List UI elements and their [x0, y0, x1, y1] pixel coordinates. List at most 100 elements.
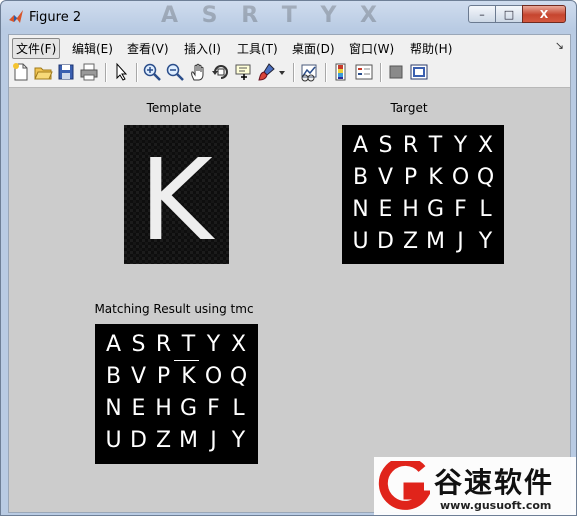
target-letter: P: [403, 165, 418, 190]
rotate-3d-icon[interactable]: [211, 62, 231, 82]
result-letter: J: [210, 428, 217, 453]
result-letter: N: [105, 396, 122, 421]
maximize-button[interactable]: □: [495, 5, 523, 23]
target-letter: G: [426, 197, 445, 222]
result-letter: R: [155, 332, 172, 357]
template-image[interactable]: K: [124, 125, 229, 266]
target-letter-grid: ASRTYXBVPKOQNEHGFLUDZMJY: [348, 130, 498, 258]
target-letter: R: [402, 133, 419, 158]
minimize-button[interactable]: –: [468, 5, 496, 23]
link-plot-icon[interactable]: [299, 62, 319, 82]
menu-tools[interactable]: 工具(T): [233, 38, 282, 59]
close-button[interactable]: X: [522, 5, 566, 23]
target-letter: N: [352, 197, 369, 222]
menu-dock-icon[interactable]: ↘: [555, 39, 564, 52]
result-letter: K: [181, 364, 196, 389]
watermark-url: www.gusuoft.com: [440, 499, 552, 512]
title-ghost-text: A S R T Y X: [161, 3, 386, 28]
title-bar[interactable]: Figure 2 A S R T Y X – □ X: [1, 1, 576, 33]
colorbar-icon[interactable]: [331, 62, 351, 82]
target-image[interactable]: ASRTYXBVPKOQNEHGFLUDZMJY: [342, 125, 504, 264]
result-letter: P: [156, 364, 171, 389]
target-letter: H: [402, 197, 419, 222]
target-letter: F: [454, 197, 467, 222]
target-letter: Q: [476, 165, 495, 190]
target-letter: O: [451, 165, 470, 190]
new-figure-icon[interactable]: [11, 62, 31, 82]
target-letter: Z: [402, 229, 419, 254]
save-icon[interactable]: [56, 62, 76, 82]
target-letter: Y: [478, 229, 493, 254]
target-row: BVPKOQ: [348, 162, 498, 194]
target-row: UDZMJY: [348, 226, 498, 258]
target-letter: E: [378, 197, 393, 222]
result-letter: X: [230, 332, 247, 357]
result-letter: Z: [155, 428, 172, 453]
result-letter: A: [105, 332, 122, 357]
result-title: Matching Result using tmc: [94, 302, 254, 316]
result-letter: U: [105, 428, 122, 453]
target-letter: K: [428, 165, 443, 190]
watermark-logo-icon: [378, 461, 430, 510]
result-letter: F: [207, 396, 220, 421]
menu-bar: 文件(F) 编辑(E) 查看(V) 插入(I) 工具(T) 桌面(D) 窗口(W…: [9, 35, 570, 59]
result-image[interactable]: ASRTYXBVPKOQNEHGFLUDZMJY: [95, 324, 258, 464]
result-letter-grid: ASRTYXBVPKOQNEHGFLUDZMJY: [101, 329, 251, 457]
hide-plot-tools-icon[interactable]: [386, 62, 406, 82]
template-title: Template: [146, 101, 202, 115]
menu-insert[interactable]: 插入(I): [180, 38, 225, 59]
target-letter: L: [479, 197, 492, 222]
toolbar-separator: [136, 63, 138, 82]
target-letter: V: [377, 165, 394, 190]
result-letter: S: [131, 332, 146, 357]
menu-file[interactable]: 文件(F): [12, 38, 61, 59]
result-row: ASRTYX: [101, 329, 251, 361]
result-letter: V: [130, 364, 147, 389]
brush-icon[interactable]: [257, 62, 277, 82]
menu-help[interactable]: 帮助(H): [406, 38, 456, 59]
target-letter: U: [352, 229, 369, 254]
target-letter: T: [428, 133, 443, 158]
toolbar-separator: [105, 63, 107, 82]
target-letter: X: [477, 133, 494, 158]
toolbar-separator: [293, 63, 295, 82]
result-row: BVPKOQ: [101, 361, 251, 393]
toolbar-separator: [380, 63, 382, 82]
target-letter: Y: [453, 133, 468, 158]
target-letter: A: [352, 133, 369, 158]
menu-edit[interactable]: 编辑(E): [68, 38, 117, 59]
menu-window[interactable]: 窗口(W): [345, 38, 398, 59]
result-letter: L: [232, 396, 245, 421]
match-marker-top: [174, 360, 199, 361]
target-title: Target: [390, 101, 428, 115]
figure-toolbar: [9, 59, 570, 88]
menu-desktop[interactable]: 桌面(D): [288, 38, 339, 59]
select-arrow-icon[interactable]: [111, 62, 131, 82]
watermark-overlay: 谷速软件 www.gusuoft.com: [374, 457, 576, 515]
target-row: ASRTYX: [348, 130, 498, 162]
zoom-out-icon[interactable]: [165, 62, 185, 82]
target-letter: D: [377, 229, 394, 254]
result-row: UDZMJY: [101, 425, 251, 457]
open-file-icon[interactable]: [33, 62, 53, 82]
window-title: Figure 2: [29, 10, 82, 25]
print-icon[interactable]: [79, 62, 99, 82]
result-letter: B: [105, 364, 122, 389]
template-k-glyph: K: [124, 125, 229, 266]
figure-window: Figure 2 A S R T Y X – □ X 文件(F) 编辑(E) 查…: [0, 0, 577, 516]
show-plot-tools-icon[interactable]: [409, 62, 429, 82]
target-letter: M: [426, 229, 445, 254]
pan-hand-icon[interactable]: [188, 62, 208, 82]
watermark-text: 谷速软件: [434, 466, 555, 499]
result-row: NEHGFL: [101, 393, 251, 425]
target-letter: J: [457, 229, 464, 254]
legend-icon[interactable]: [354, 62, 374, 82]
target-letter: S: [378, 133, 393, 158]
brush-dropdown-icon[interactable]: [277, 62, 287, 82]
menu-view[interactable]: 查看(V): [123, 38, 173, 59]
result-letter: O: [204, 364, 223, 389]
svg-text:K: K: [139, 136, 215, 264]
result-letter: G: [179, 396, 198, 421]
data-cursor-icon[interactable]: [234, 62, 254, 82]
zoom-in-icon[interactable]: [142, 62, 162, 82]
